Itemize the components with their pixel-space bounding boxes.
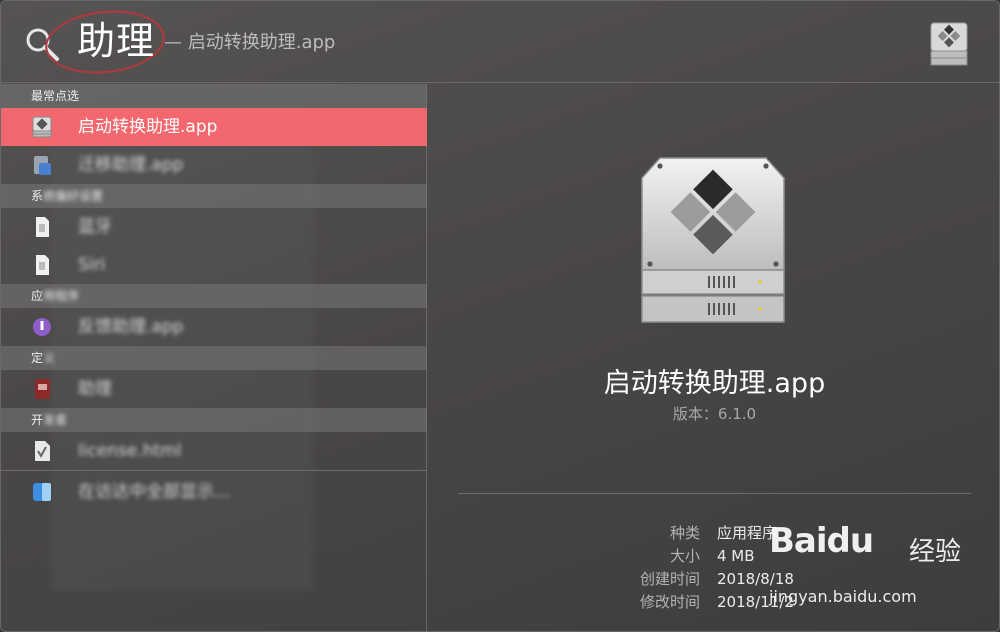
search-input[interactable]: 助理 [77,15,155,67]
html-file-icon [35,441,50,461]
migration-assistant-icon [34,156,51,175]
result-label: 反馈助理.app [78,317,184,337]
result-label: 启动转换助理.app [78,117,218,137]
results-list: 最常点选 启动转换助理.app 迁移助理.app 系统偏好设置 蓝牙 Siri … [1,84,427,631]
spotlight-window: 助理 — 启动转换助理.app 最常点选 启动转换助理.app 迁移助理.app… [0,0,1000,632]
search-completion-hint: — 启动转换助理.app [164,32,336,53]
list-divider [1,470,427,471]
meta-row-size: 大小 4 MB [428,545,999,567]
result-label: 在访达中全部显示... [78,482,231,502]
section-header-developer: 开发者 [1,408,427,432]
result-item-feedback-assistant[interactable]: 反馈助理.app [1,308,427,346]
meta-key: 种类 [669,524,700,542]
dictionary-icon [35,379,50,399]
meta-value: 2018/8/18 [717,570,794,588]
preview-divider [458,493,971,494]
meta-key: 大小 [669,547,700,565]
meta-row-kind: 种类 应用程序 [428,522,999,544]
finder-icon [33,483,51,501]
result-item-migration-assistant[interactable]: 迁移助理.app [1,146,427,184]
result-item-dictionary[interactable]: 助理 [1,370,427,408]
result-label: Siri [78,255,106,275]
meta-value: 应用程序 [717,524,778,542]
feedback-assistant-icon [33,318,51,336]
show-all-in-finder[interactable]: 在访达中全部显示... [1,473,427,511]
meta-value: 2018/11/2 [717,593,794,611]
boot-camp-icon [930,22,968,66]
result-item-boot-camp[interactable]: 启动转换助理.app [1,108,427,146]
result-label: 迁移助理.app [78,155,184,175]
preview-app-name: 启动转换助理.app [603,368,826,399]
document-icon [36,255,49,275]
boot-camp-icon [641,157,785,323]
section-header-system-preferences: 系统偏好设置 [1,184,427,208]
result-item-license-html[interactable]: license.html [1,432,427,470]
result-label: 助理 [78,379,112,399]
meta-key: 创建时间 [639,570,700,588]
section-header-top-hits: 最常点选 [1,84,427,108]
result-label: 蓝牙 [78,217,112,237]
meta-row-modified: 修改时间 2018/11/2 [428,591,999,613]
result-item-bluetooth[interactable]: 蓝牙 [1,208,427,246]
result-item-siri[interactable]: Siri [1,246,427,284]
meta-value: 4 MB [717,547,755,565]
preview-pane: 启动转换助理.app 版本：6.1.0 种类 应用程序 大小 4 MB 创建时间… [428,84,999,631]
boot-camp-icon [32,116,52,138]
meta-key: 修改时间 [639,593,700,611]
preview-app-version: 版本：6.1.0 [672,405,757,423]
document-icon [36,217,49,237]
meta-row-created: 创建时间 2018/8/18 [428,568,999,590]
result-label: license.html [78,441,182,461]
section-header-applications: 应用程序 [1,284,427,308]
search-bar[interactable]: 助理 — 启动转换助理.app [1,1,999,83]
section-header-definition: 定义 [1,346,427,370]
